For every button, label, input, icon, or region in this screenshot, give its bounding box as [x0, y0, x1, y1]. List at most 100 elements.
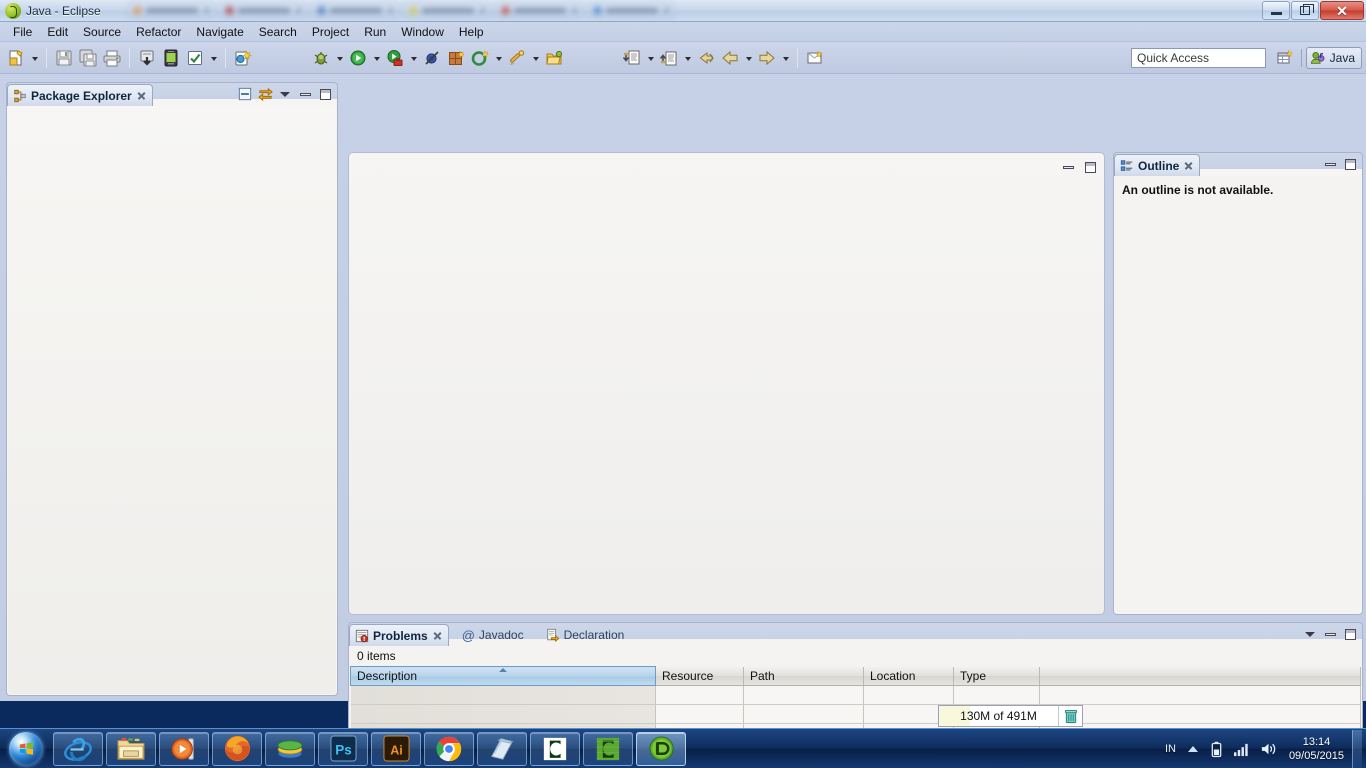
new-class-dropdown-icon[interactable] — [492, 46, 505, 70]
menu-run[interactable]: Run — [357, 23, 393, 41]
collapse-all-button[interactable] — [237, 86, 253, 102]
view-menu-button[interactable] — [277, 86, 293, 102]
open-task-icon[interactable] — [542, 46, 566, 70]
menu-refactor[interactable]: Refactor — [129, 23, 188, 41]
table-row[interactable] — [350, 685, 1361, 705]
maximize-button[interactable] — [317, 86, 333, 102]
taskbar-internet-explorer[interactable] — [53, 731, 103, 766]
network-icon[interactable] — [1233, 742, 1250, 757]
debug-icon[interactable] — [309, 46, 333, 70]
new-android-project-icon[interactable] — [231, 46, 255, 70]
last-edit-location-icon[interactable] — [694, 46, 718, 70]
menu-source[interactable]: Source — [76, 23, 128, 41]
column-header-resource[interactable]: Resource — [655, 666, 744, 686]
debug-dropdown-icon[interactable] — [333, 46, 346, 70]
close-icon[interactable] — [433, 631, 442, 640]
taskbar-bluestacks[interactable] — [265, 731, 315, 766]
taskbar-windows-explorer[interactable] — [106, 731, 156, 766]
build-check-icon[interactable] — [183, 46, 207, 70]
next-annotation-dropdown-icon[interactable] — [644, 46, 657, 70]
column-header-description[interactable]: Description — [350, 666, 656, 686]
minimize-button[interactable] — [297, 86, 313, 102]
minimize-button[interactable] — [1060, 159, 1076, 175]
tab-package-explorer[interactable]: Package Explorer — [7, 84, 153, 106]
new-wizard-icon[interactable] — [4, 46, 28, 70]
new-java-class-icon[interactable] — [468, 46, 492, 70]
menu-window[interactable]: Window — [394, 23, 451, 41]
new-wizard-dropdown-icon[interactable] — [28, 46, 41, 70]
run-garbage-collector-button[interactable] — [1058, 706, 1082, 726]
menu-project[interactable]: Project — [305, 23, 356, 41]
tab-javadoc[interactable]: @ Javadoc — [457, 624, 535, 646]
save-icon[interactable] — [52, 46, 76, 70]
menu-help[interactable]: Help — [452, 23, 491, 41]
package-explorer-tree[interactable] — [8, 106, 336, 694]
column-header-type[interactable]: Type — [953, 666, 1040, 686]
export-android-application-icon[interactable] — [135, 46, 159, 70]
minimize-window-button[interactable] — [1262, 1, 1290, 20]
tab-outline[interactable]: Outline — [1114, 154, 1201, 176]
battery-icon[interactable] — [1210, 741, 1223, 758]
taskbar-photoshop[interactable]: Ps — [318, 731, 368, 766]
tab-problems[interactable]: Problems — [349, 624, 449, 646]
menu-search[interactable]: Search — [252, 23, 304, 41]
open-type-dropdown-icon[interactable] — [529, 46, 542, 70]
taskbar-turbo-c-1[interactable] — [530, 731, 580, 766]
menu-file[interactable]: File — [6, 23, 39, 41]
maximize-button[interactable] — [1342, 626, 1358, 642]
open-perspective-button[interactable] — [1273, 47, 1297, 69]
volume-icon[interactable] — [1260, 741, 1277, 757]
previous-annotation-icon[interactable] — [657, 46, 681, 70]
tray-chevron-icon[interactable] — [1187, 746, 1198, 752]
build-dropdown-icon[interactable] — [207, 46, 220, 70]
heap-status-widget[interactable]: 130M of 491M — [938, 705, 1083, 727]
close-icon[interactable] — [137, 91, 146, 100]
back-dropdown-icon[interactable] — [742, 46, 755, 70]
editor-area[interactable] — [348, 152, 1105, 615]
minimize-button[interactable] — [1322, 156, 1338, 172]
new-java-project-icon[interactable] — [444, 46, 468, 70]
taskbar-turbo-c-2[interactable] — [583, 731, 633, 766]
skip-all-breakpoints-icon[interactable] — [420, 46, 444, 70]
taskbar-eclipse[interactable] — [636, 731, 686, 766]
menu-edit[interactable]: Edit — [40, 23, 75, 41]
close-icon[interactable] — [1184, 161, 1193, 170]
link-with-editor-button[interactable] — [257, 86, 273, 102]
start-button[interactable] — [2, 730, 50, 768]
perspective-java-button[interactable]: Java — [1305, 47, 1362, 69]
forward-dropdown-icon[interactable] — [779, 46, 792, 70]
table-row[interactable] — [350, 704, 1361, 724]
run-icon[interactable] — [346, 46, 370, 70]
previous-annotation-dropdown-icon[interactable] — [681, 46, 694, 70]
menu-navigate[interactable]: Navigate — [189, 23, 250, 41]
taskbar-firefox[interactable] — [212, 731, 262, 766]
external-tools-dropdown-icon[interactable] — [407, 46, 420, 70]
maximize-button[interactable] — [1342, 156, 1358, 172]
taskbar-clock[interactable]: 13:14 09/05/2015 — [1289, 735, 1344, 763]
maximize-button[interactable] — [1082, 159, 1098, 175]
restore-window-button[interactable] — [1291, 1, 1319, 20]
print-icon[interactable] — [100, 46, 124, 70]
open-type-icon[interactable] — [505, 46, 529, 70]
taskbar-notepad[interactable] — [477, 731, 527, 766]
run-dropdown-icon[interactable] — [370, 46, 383, 70]
pin-editor-icon[interactable] — [803, 46, 827, 70]
minimize-button[interactable] — [1322, 626, 1338, 642]
quick-access-input[interactable]: Quick Access — [1131, 48, 1266, 68]
view-menu-button[interactable] — [1302, 626, 1318, 642]
taskbar-illustrator[interactable]: Ai — [371, 731, 421, 766]
external-tools-icon[interactable] — [383, 46, 407, 70]
taskbar-windows-media-player[interactable] — [159, 731, 209, 766]
column-header-location[interactable]: Location — [863, 666, 954, 686]
language-indicator[interactable]: IN — [1165, 743, 1176, 755]
taskbar-google-chrome[interactable] — [424, 731, 474, 766]
tab-declaration[interactable]: Declaration — [541, 624, 636, 646]
column-header-path[interactable]: Path — [743, 666, 864, 686]
save-all-icon[interactable] — [76, 46, 100, 70]
back-icon[interactable] — [718, 46, 742, 70]
close-window-button[interactable]: ✕ — [1320, 1, 1364, 20]
forward-icon[interactable] — [755, 46, 779, 70]
next-annotation-icon[interactable] — [620, 46, 644, 70]
android-sdk-manager-icon[interactable] — [159, 46, 183, 70]
show-desktop-button[interactable] — [1352, 730, 1362, 768]
